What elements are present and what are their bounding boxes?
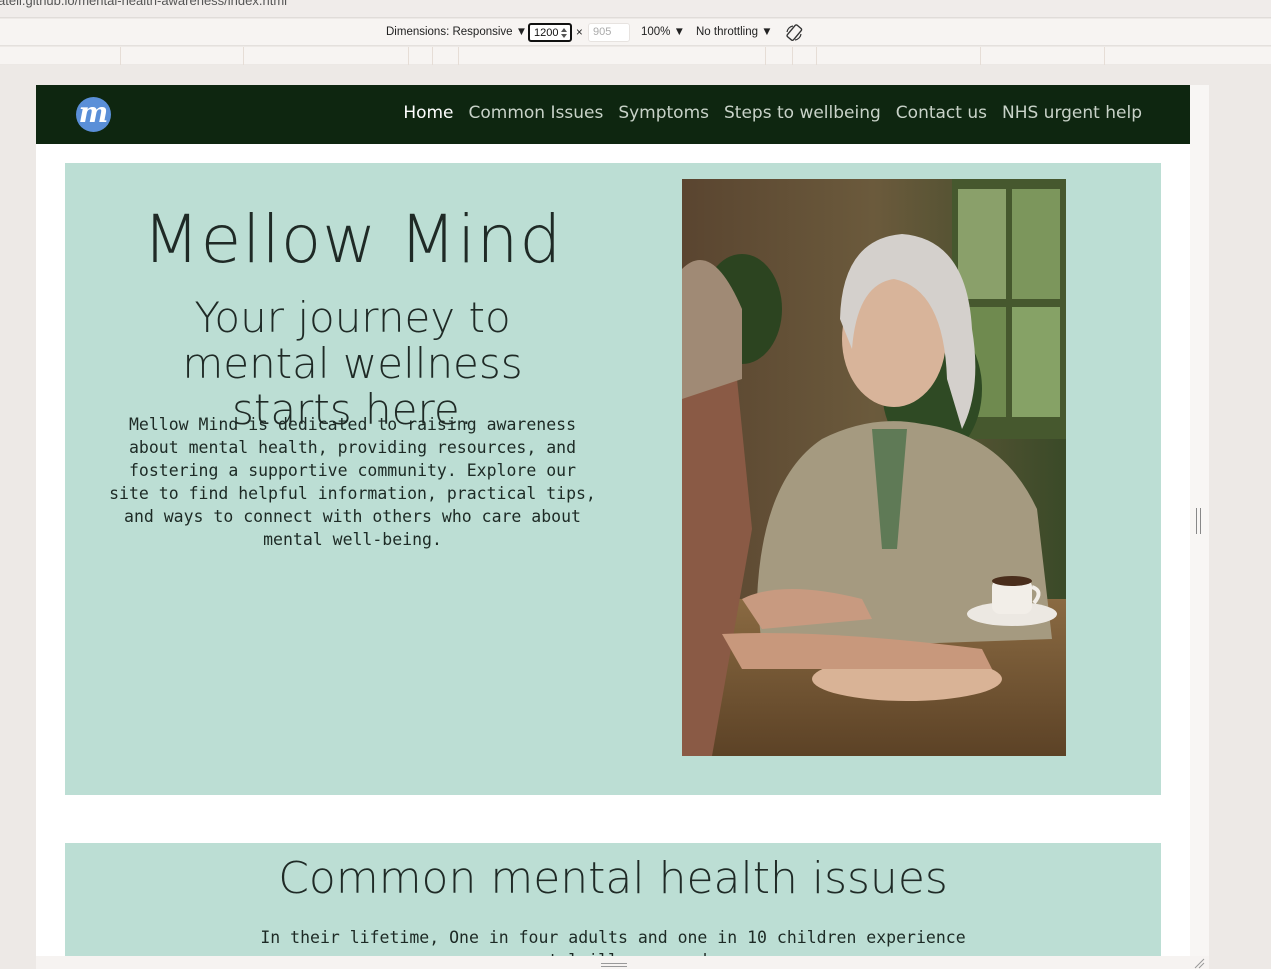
resize-handle-bottom[interactable]: [601, 963, 627, 967]
spinner-icon[interactable]: [560, 27, 568, 39]
issues-description: In their lifetime, One in four adults an…: [260, 928, 966, 956]
width-input[interactable]: 1200: [528, 23, 572, 42]
resize-corner-icon[interactable]: [1193, 957, 1205, 969]
emulated-viewport: m Home Common Issues Symptoms Steps to w…: [36, 85, 1209, 956]
nav-common-issues[interactable]: Common Issues: [469, 103, 604, 123]
main-nav: Home Common Issues Symptoms Steps to wel…: [388, 103, 1142, 123]
hero-title: Mellow Mind: [142, 201, 563, 278]
media-query-ruler[interactable]: [0, 47, 1271, 65]
horizontal-scrollbar[interactable]: [36, 956, 1209, 969]
issues-title: Common mental health issues: [278, 853, 948, 904]
url-text: atell.github.io/mental-health-awareness/…: [0, 0, 288, 8]
width-value: 1200: [534, 27, 559, 39]
logo-icon[interactable]: m: [76, 96, 111, 132]
hero-description: Mellow Mind is dedicated to raising awar…: [109, 415, 596, 549]
throttling-dropdown[interactable]: No throttling ▼: [696, 26, 773, 38]
navbar: m Home Common Issues Symptoms Steps to w…: [36, 85, 1190, 144]
nav-symptoms[interactable]: Symptoms: [618, 103, 709, 123]
logo-letter: m: [78, 96, 109, 129]
device-toolbar: Dimensions: Responsive ▼ 1200 × 905 100%…: [0, 19, 1271, 46]
rotate-icon[interactable]: [784, 23, 804, 43]
height-placeholder: 905: [593, 26, 612, 38]
dimensions-dropdown[interactable]: Dimensions: Responsive ▼: [386, 26, 527, 38]
common-issues-section: Common mental health issues In their lif…: [65, 843, 1161, 956]
address-bar[interactable]: atell.github.io/mental-health-awareness/…: [0, 0, 1271, 18]
nav-contact-us[interactable]: Contact us: [896, 103, 987, 123]
resize-handle-right[interactable]: [1196, 508, 1201, 534]
nav-nhs-urgent-help[interactable]: NHS urgent help: [1002, 103, 1142, 123]
hero-section: Mellow Mind Your journey to mental welln…: [65, 163, 1161, 795]
hero-photo: [682, 179, 1066, 756]
zoom-dropdown[interactable]: 100% ▼: [641, 26, 685, 38]
times-symbol: ×: [576, 27, 583, 39]
nav-home[interactable]: Home: [403, 103, 453, 123]
website: m Home Common Issues Symptoms Steps to w…: [36, 85, 1190, 956]
height-input[interactable]: 905: [588, 23, 630, 42]
nav-steps-to-wellbeing[interactable]: Steps to wellbeing: [724, 103, 881, 123]
